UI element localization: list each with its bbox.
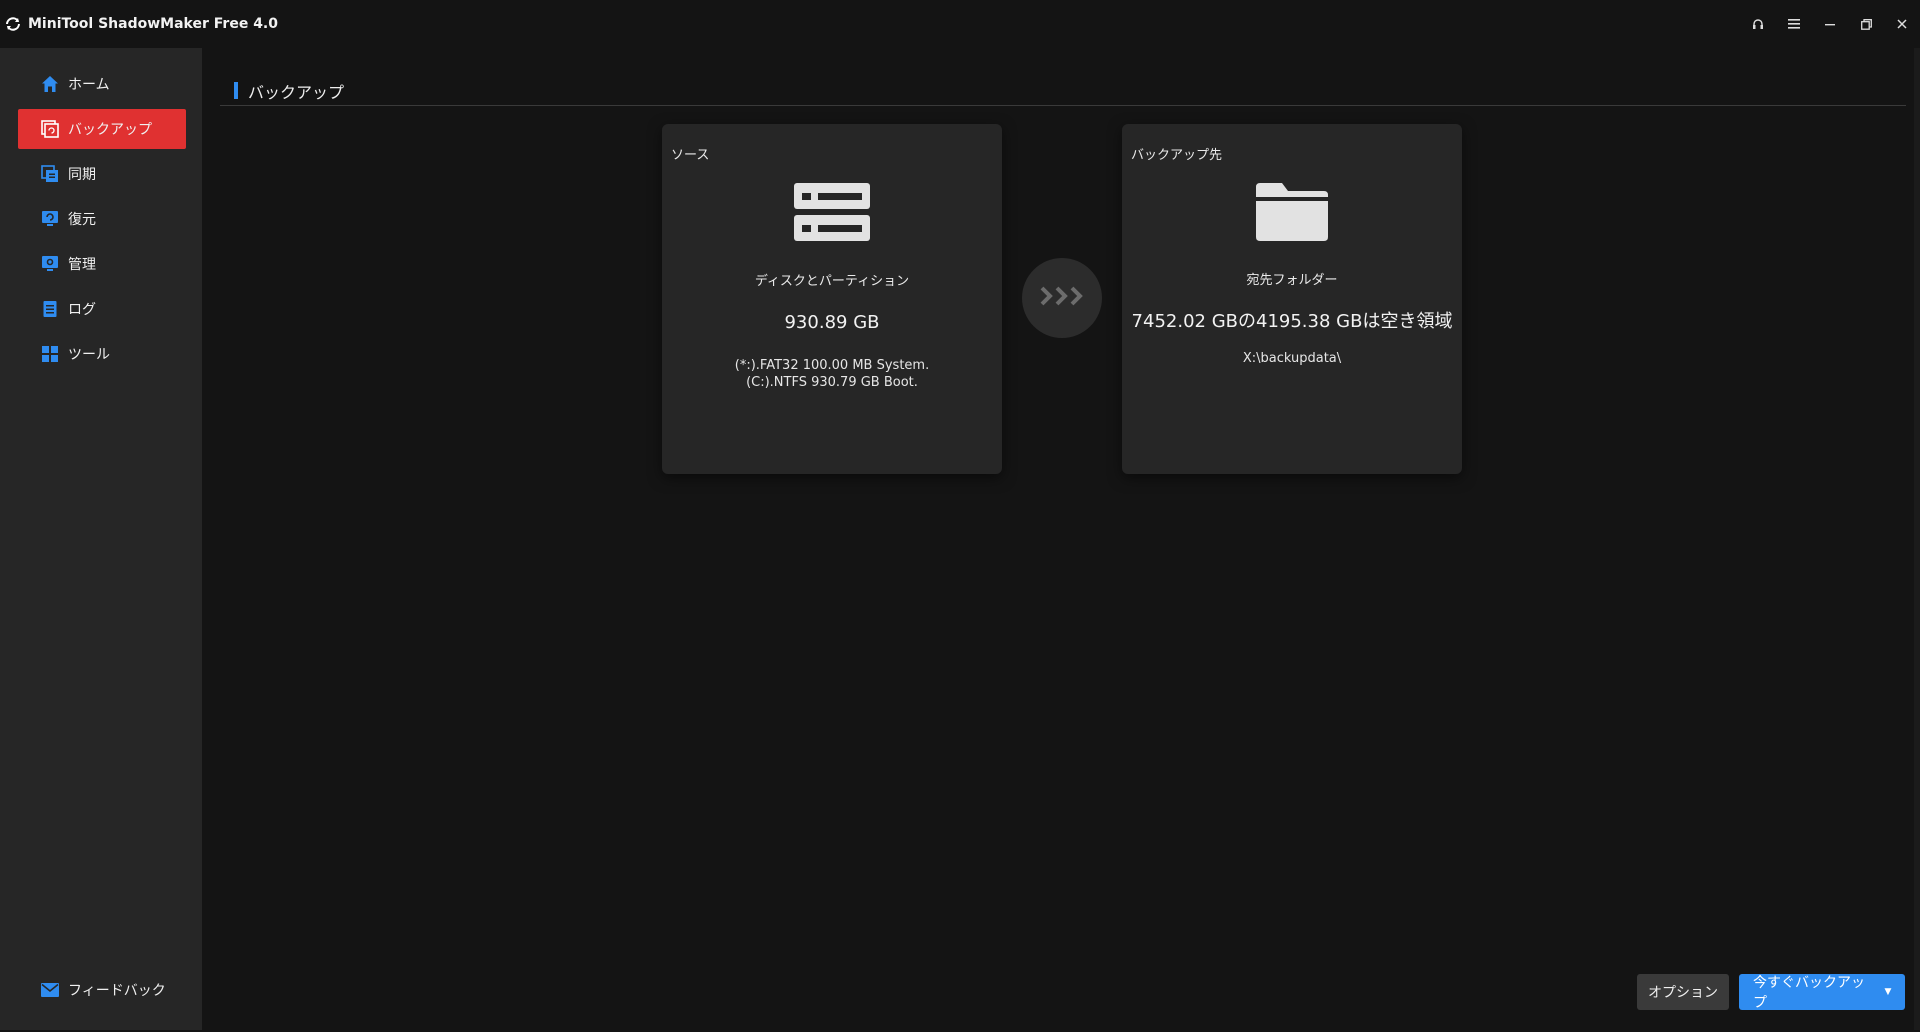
minimize-icon[interactable] — [1812, 0, 1848, 48]
source-card[interactable]: ソース ディスクとパーティション 930.89 GB (*:).FAT32 10… — [662, 124, 1002, 474]
main-panel: バックアップ ソース ディスクとパーティション 930.89 GB (*:).F… — [206, 48, 1920, 1030]
title-bar: MiniTool ShadowMaker Free 4.0 — [0, 0, 1920, 48]
sidebar-item-label: ログ — [68, 302, 96, 318]
sidebar-item-backup[interactable]: バックアップ — [18, 109, 186, 149]
tools-icon — [40, 344, 60, 364]
right-edge-bar — [1914, 48, 1920, 1030]
sidebar-item-log[interactable]: ログ — [18, 289, 186, 329]
sync-icon — [40, 164, 60, 184]
sidebar-item-label: バックアップ — [68, 122, 152, 138]
sidebar-item-manage[interactable]: 管理 — [18, 244, 186, 284]
destination-path: X:\backupdata\ — [1242, 351, 1342, 366]
menu-icon[interactable] — [1776, 0, 1812, 48]
app-logo-icon — [2, 13, 24, 35]
home-icon — [40, 74, 60, 94]
destination-type: 宛先フォルダー — [1246, 273, 1338, 288]
sidebar-item-label: ツール — [68, 347, 110, 363]
sidebar-item-restore[interactable]: 復元 — [18, 199, 186, 239]
feedback-button[interactable]: フィードバック — [18, 970, 186, 1010]
destination-card[interactable]: バックアップ先 宛先フォルダー 7452.02 GBの4195.38 GBは空き… — [1122, 124, 1462, 474]
dropdown-arrow-icon: ▼ — [1884, 987, 1892, 997]
feedback-label: フィードバック — [68, 983, 166, 999]
destination-size: 7452.02 GBの4195.38 GBは空き領域 — [1131, 311, 1453, 332]
window-controls — [1740, 0, 1920, 48]
triple-chevron-right-icon — [1039, 286, 1085, 310]
app-window: MiniTool ShadowMaker Free 4.0 ホーム バックアップ… — [0, 0, 1920, 1032]
destination-label: バックアップ先 — [1131, 148, 1223, 163]
page-title: バックアップ — [248, 82, 345, 102]
mail-icon — [40, 980, 60, 1000]
close-icon[interactable] — [1884, 0, 1920, 48]
log-icon — [40, 299, 60, 319]
restore-icon — [40, 209, 60, 229]
page-header: バックアップ — [220, 76, 1906, 106]
source-size: 930.89 GB — [784, 312, 880, 333]
sidebar-item-home[interactable]: ホーム — [18, 64, 186, 104]
app-title: MiniTool ShadowMaker Free 4.0 — [28, 16, 278, 32]
disk-icon — [794, 181, 870, 247]
sidebar-item-sync[interactable]: 同期 — [18, 154, 186, 194]
backup-now-button[interactable]: 今すぐバックアップ — [1739, 974, 1871, 1011]
sidebar-item-label: 復元 — [68, 212, 96, 228]
source-detail-line2: (C:).NTFS 930.79 GB Boot. — [746, 375, 918, 390]
sidebar-item-label: ホーム — [68, 77, 110, 93]
restore-icon[interactable] — [1848, 0, 1884, 48]
source-label: ソース — [671, 148, 710, 163]
header-accent-bar — [234, 82, 238, 99]
source-type: ディスクとパーティション — [754, 274, 910, 289]
backup-icon — [40, 119, 60, 139]
backup-dropdown-button[interactable]: ▼ — [1871, 974, 1905, 1010]
source-detail-line1: (*:).FAT32 100.00 MB System. — [734, 358, 930, 373]
arrow-circle — [1022, 258, 1102, 338]
headset-icon[interactable] — [1740, 0, 1776, 48]
sidebar-item-tools[interactable]: ツール — [18, 334, 186, 374]
sidebar-item-label: 同期 — [68, 167, 96, 183]
manage-icon — [40, 254, 60, 274]
sidebar-item-label: 管理 — [68, 257, 96, 273]
folder-icon — [1254, 181, 1330, 247]
options-button[interactable]: オプション — [1637, 974, 1729, 1010]
sidebar: ホーム バックアップ 同期 復元 管理 ログ ツール フィードバック — [0, 48, 202, 1030]
